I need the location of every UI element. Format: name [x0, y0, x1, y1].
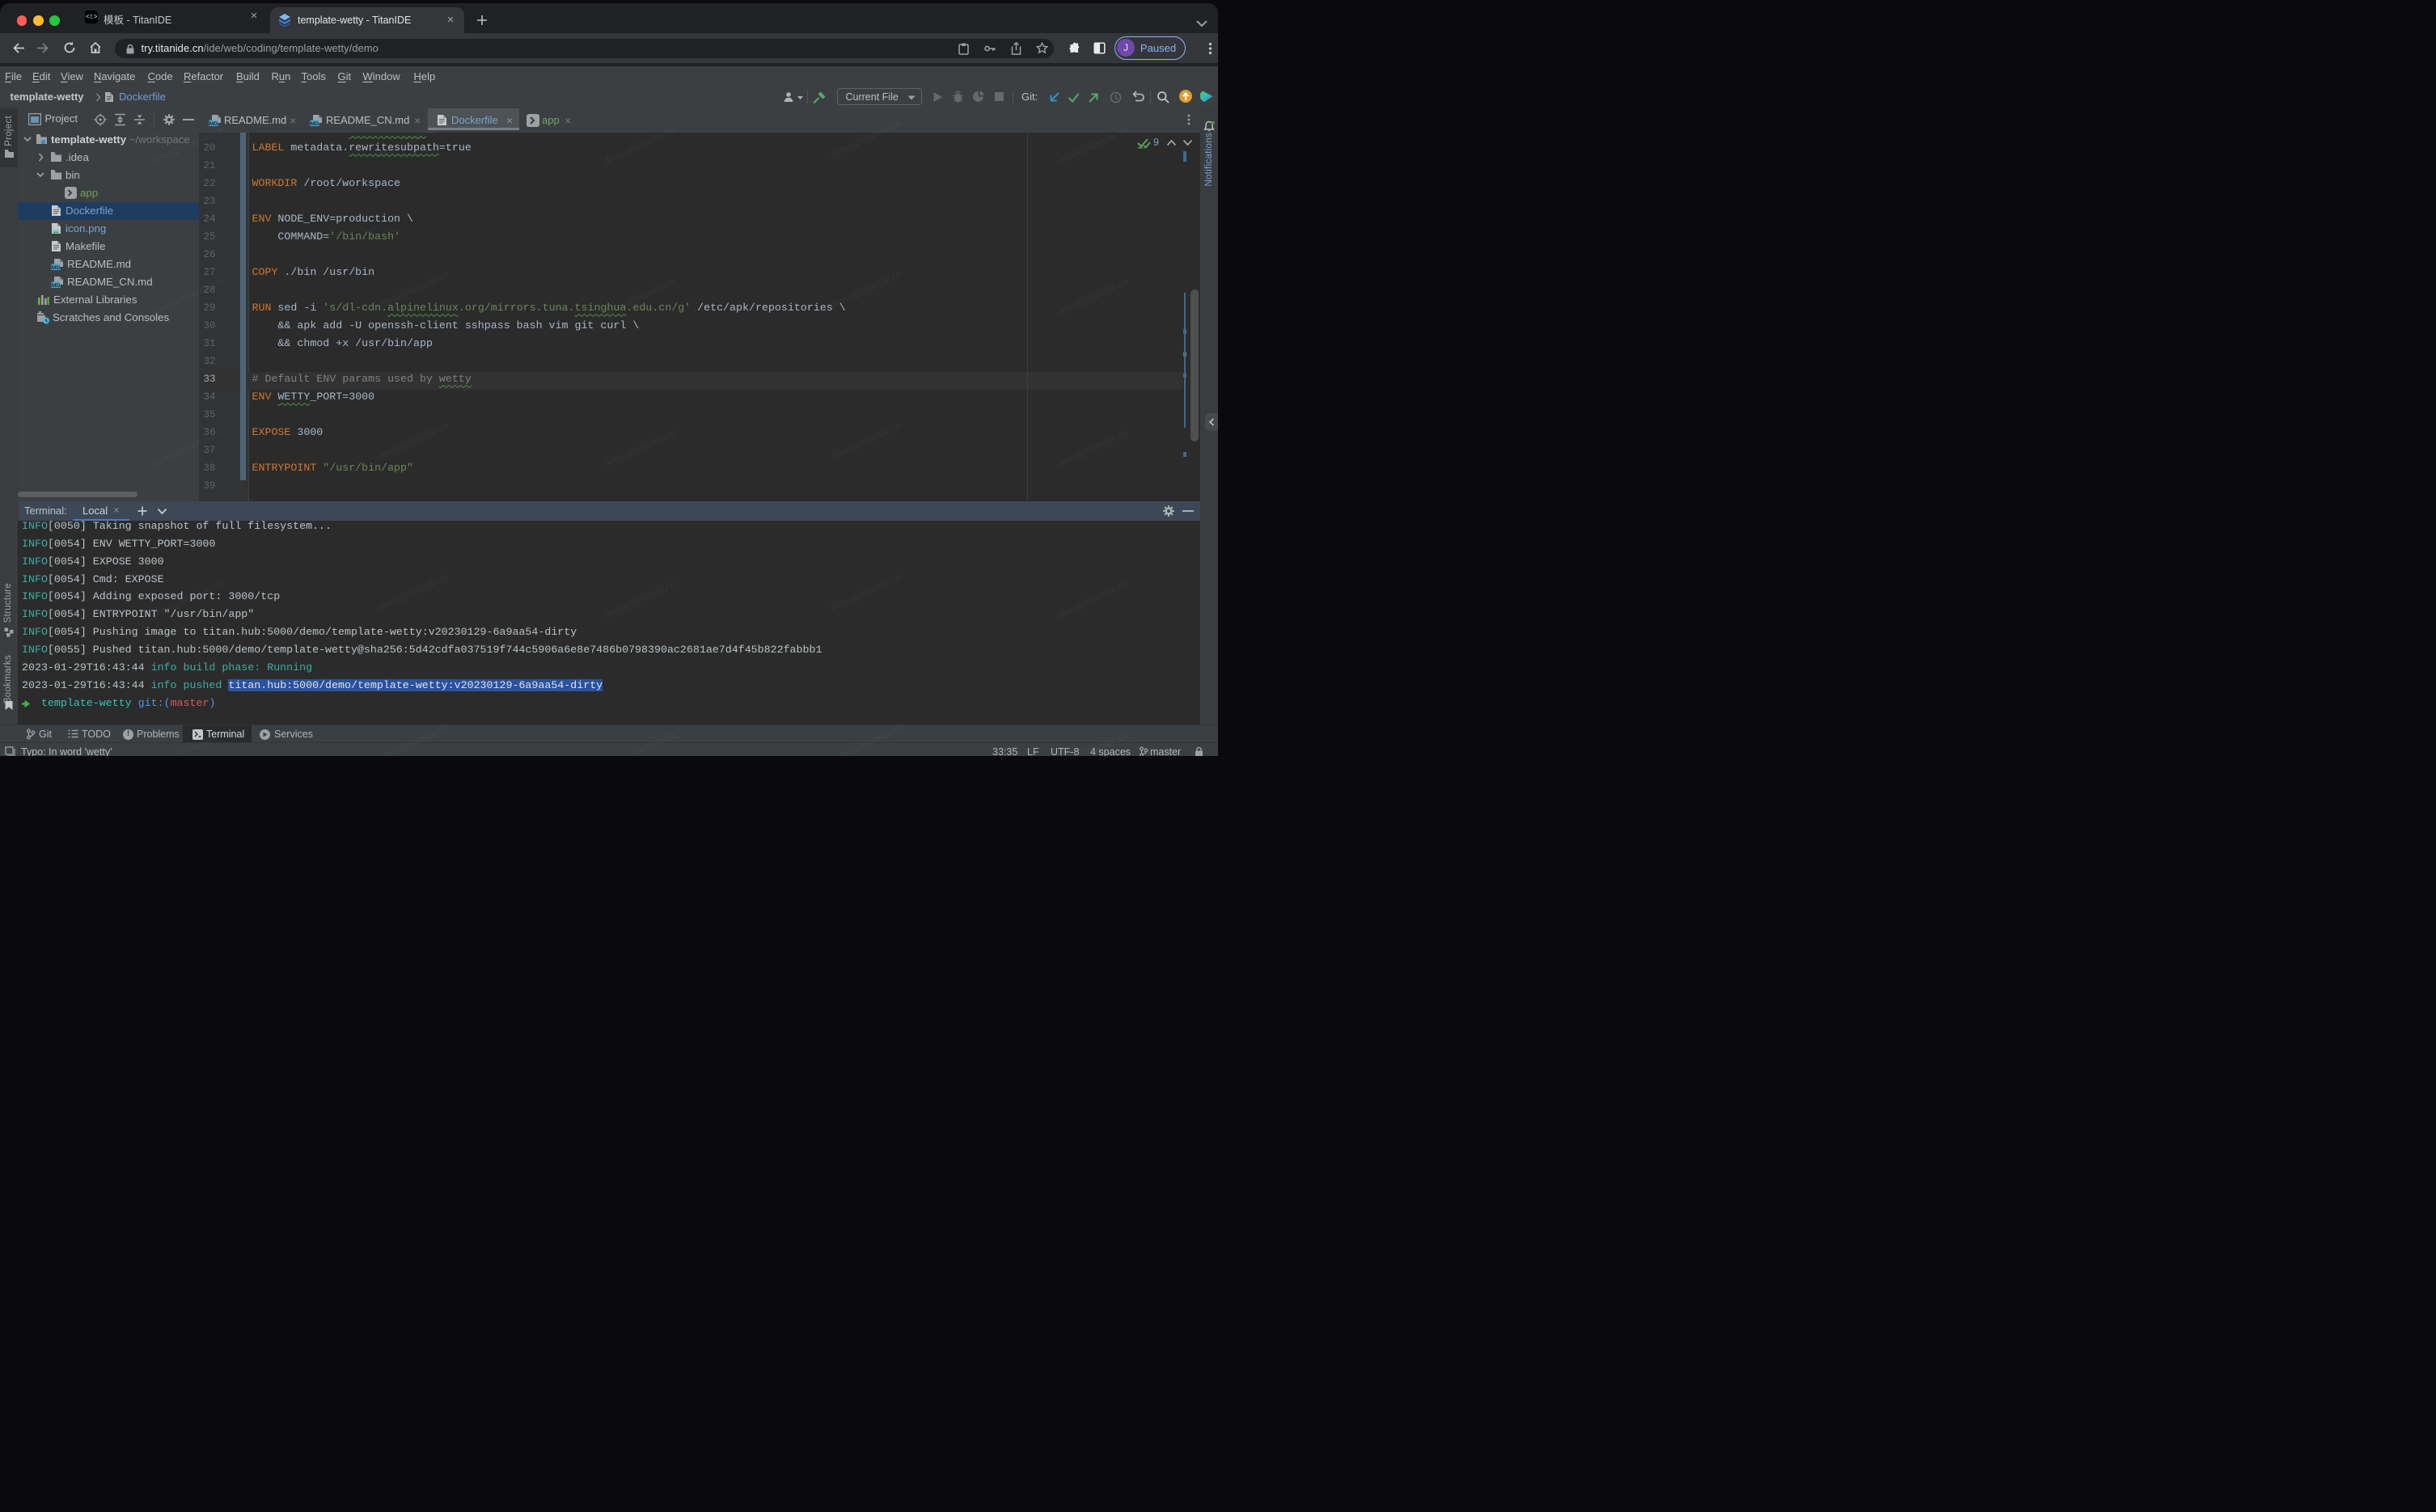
svg-text:MD: MD	[311, 121, 319, 127]
svg-text:MD: MD	[52, 265, 61, 271]
svg-text:MD: MD	[52, 283, 61, 289]
